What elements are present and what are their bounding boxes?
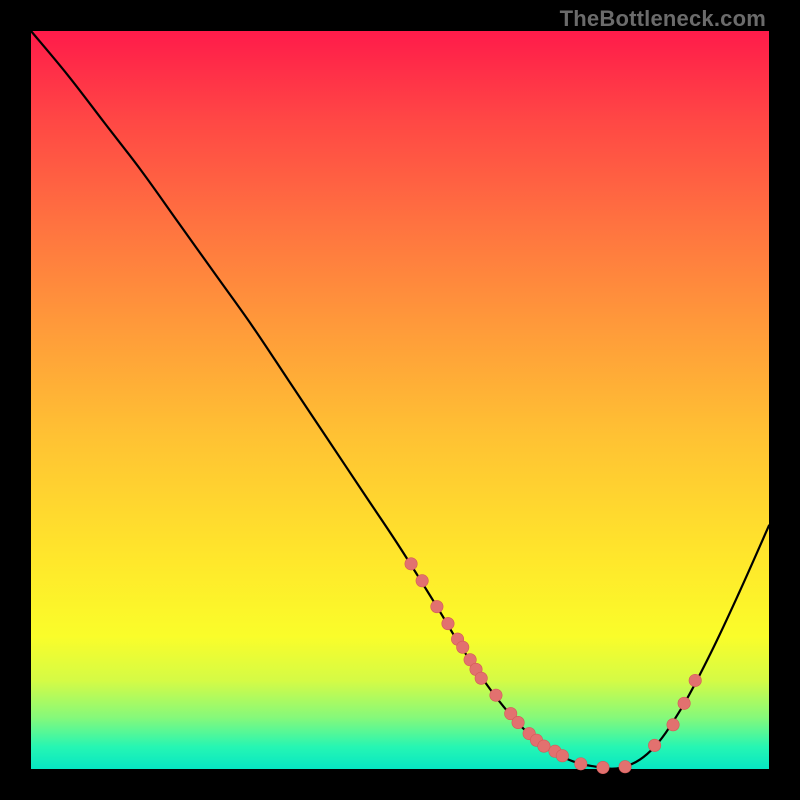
data-point bbox=[538, 740, 550, 752]
data-point bbox=[619, 761, 631, 773]
chart-container: TheBottleneck.com bbox=[0, 0, 800, 800]
data-markers bbox=[405, 558, 702, 774]
data-point bbox=[442, 617, 454, 629]
data-point bbox=[512, 716, 524, 728]
data-point bbox=[689, 674, 701, 686]
data-point bbox=[678, 697, 690, 709]
data-point bbox=[667, 719, 679, 731]
data-point bbox=[597, 761, 609, 773]
data-point bbox=[556, 750, 568, 762]
bottleneck-curve bbox=[31, 31, 769, 769]
data-point bbox=[490, 689, 502, 701]
data-point bbox=[416, 575, 428, 587]
data-point bbox=[648, 739, 660, 751]
data-point bbox=[475, 672, 487, 684]
data-point bbox=[457, 641, 469, 653]
data-point bbox=[575, 758, 587, 770]
watermark-text: TheBottleneck.com bbox=[560, 6, 766, 32]
data-point bbox=[431, 600, 443, 612]
data-point bbox=[405, 558, 417, 570]
chart-svg bbox=[31, 31, 769, 769]
